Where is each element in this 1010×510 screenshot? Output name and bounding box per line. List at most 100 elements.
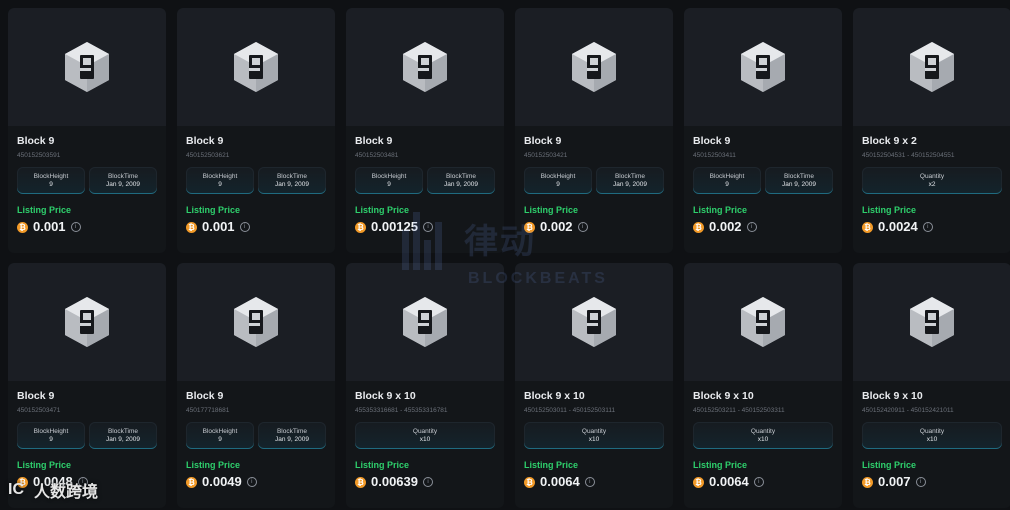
nft-thumbnail[interactable]: [853, 8, 1010, 126]
attribute-chip: BlockHeight 9: [524, 167, 592, 194]
bitcoin-icon: ₿: [355, 221, 366, 233]
nft-thumbnail[interactable]: [684, 263, 842, 381]
info-circle-icon[interactable]: i: [922, 222, 933, 232]
nft-card[interactable]: Block 9 450152503621 BlockHeight 9 BlockT…: [177, 8, 335, 253]
hexagon-cube-9-icon: [908, 295, 956, 349]
nft-inscription-id: 450177718681: [186, 407, 230, 414]
attribute-row: BlockHeight 9 BlockTime Jan 9, 2009: [17, 422, 157, 449]
info-circle-icon[interactable]: i: [753, 477, 764, 487]
attribute-row: Quantity x10: [355, 422, 495, 449]
nft-card[interactable]: Block 9 450177718681 BlockHeight 9 BlockT…: [177, 263, 335, 508]
attribute-key: BlockHeight: [709, 172, 745, 180]
nft-inscription-id: 450152503591: [17, 152, 61, 159]
nft-name: Block 9: [17, 390, 55, 402]
price-row: ₿ 0.002 i: [524, 219, 664, 235]
attribute-chip: Quantity x10: [862, 422, 1002, 449]
nft-card[interactable]: Block 9 450152503411 BlockHeight 9 BlockT…: [684, 8, 842, 253]
listing-price-label: Listing Price: [693, 460, 748, 470]
attribute-chip: Quantity x10: [524, 422, 664, 449]
nft-card[interactable]: Block 9 450152503591 BlockHeight 9 BlockT…: [8, 8, 166, 253]
corner-text: 人数跨境: [34, 484, 99, 501]
hexagon-cube-9-icon: [63, 40, 111, 94]
attribute-row: Quantity x2: [862, 167, 1002, 194]
attribute-chip: BlockHeight 9: [693, 167, 761, 194]
price-value: 0.00125: [371, 219, 418, 234]
info-circle-icon[interactable]: i: [746, 222, 757, 232]
nft-thumbnail[interactable]: [8, 263, 166, 381]
nft-inscription-id: 450152503011 - 450152503111: [524, 407, 616, 414]
nft-card[interactable]: Block 9 x 10 455353316681 - 455353316781…: [346, 263, 504, 508]
nft-card[interactable]: Block 9 x 10 450152503011 - 450152503111…: [515, 263, 673, 508]
info-circle-icon[interactable]: i: [70, 222, 81, 232]
listing-price-label: Listing Price: [862, 205, 917, 215]
info-circle-icon[interactable]: i: [423, 222, 433, 232]
attribute-value: Jan 9, 2009: [106, 180, 140, 188]
nft-thumbnail[interactable]: [346, 8, 504, 126]
nft-card[interactable]: Block 9 450152503421 BlockHeight 9 BlockT…: [515, 8, 673, 253]
nft-inscription-id: 450152504531 - 450152504551: [862, 152, 955, 159]
nft-name: Block 9 x 2: [862, 135, 917, 147]
info-circle-icon[interactable]: i: [584, 477, 595, 487]
nft-inscription-id: 450152503621: [186, 152, 230, 159]
listing-price-label: Listing Price: [862, 460, 917, 470]
attribute-key: BlockHeight: [33, 427, 69, 435]
nft-thumbnail[interactable]: [853, 263, 1010, 381]
nft-thumbnail[interactable]: [515, 8, 673, 126]
attribute-key: BlockHeight: [33, 172, 69, 180]
attribute-value: 9: [725, 180, 729, 188]
price-value: 0.001: [202, 219, 235, 234]
price-row: ₿ 0.007 i: [862, 474, 1002, 490]
attribute-row: Quantity x10: [524, 422, 664, 449]
price-value: 0.001: [33, 219, 66, 234]
attribute-chip: Quantity x10: [693, 422, 833, 449]
attribute-key: BlockTime: [107, 427, 139, 435]
price-row: ₿ 0.001 i: [17, 219, 157, 235]
nft-name: Block 9: [186, 135, 224, 147]
nft-thumbnail[interactable]: [177, 263, 335, 381]
nft-name: Block 9: [693, 135, 731, 147]
attribute-chip: BlockTime Jan 9, 2009: [765, 167, 833, 194]
nft-card[interactable]: Block 9 x 10 450152503211 - 450152503311…: [684, 263, 842, 508]
nft-inscription-id: 450152503471: [17, 407, 61, 414]
attribute-row: BlockHeight 9 BlockTime Jan 9, 2009: [186, 422, 326, 449]
hexagon-cube-9-icon: [739, 295, 787, 349]
nft-thumbnail[interactable]: [346, 263, 504, 381]
attribute-chip: BlockTime Jan 9, 2009: [427, 167, 495, 194]
bitcoin-icon: ₿: [524, 221, 535, 233]
attribute-key: BlockTime: [445, 172, 477, 180]
info-circle-icon[interactable]: i: [577, 222, 588, 232]
attribute-key: Quantity: [412, 427, 438, 435]
attribute-chip: BlockTime Jan 9, 2009: [89, 167, 157, 194]
info-circle-icon[interactable]: i: [246, 477, 257, 487]
price-row: ₿ 0.00125 i: [355, 219, 495, 235]
nft-thumbnail[interactable]: [177, 8, 335, 126]
nft-card[interactable]: Block 9 450152503481 BlockHeight 9 BlockT…: [346, 8, 504, 253]
hexagon-cube-9-icon: [908, 40, 956, 94]
attribute-key: BlockHeight: [371, 172, 407, 180]
nft-card[interactable]: Block 9 x 10 450152420911 - 450152421011…: [853, 263, 1010, 508]
price-value: 0.0024: [878, 219, 918, 234]
nft-card[interactable]: Block 9 450152503471 BlockHeight 9 BlockT…: [8, 263, 166, 508]
bitcoin-icon: ₿: [693, 476, 704, 488]
nft-card[interactable]: Block 9 x 2 450152504531 - 450152504551 …: [853, 8, 1010, 253]
nft-thumbnail[interactable]: [684, 8, 842, 126]
attribute-chip: BlockTime Jan 9, 2009: [596, 167, 664, 194]
price-value: 0.002: [540, 219, 573, 234]
nft-thumbnail[interactable]: [8, 8, 166, 126]
attribute-row: BlockHeight 9 BlockTime Jan 9, 2009: [186, 167, 326, 194]
nft-name: Block 9 x 10: [862, 390, 923, 402]
hexagon-cube-9-icon: [401, 40, 449, 94]
price-row: ₿ 0.0049 i: [186, 474, 326, 490]
attribute-key: BlockTime: [107, 172, 139, 180]
nft-inscription-id: 450152503211 - 450152503311: [693, 407, 785, 414]
info-circle-icon[interactable]: i: [423, 477, 433, 487]
attribute-key: BlockTime: [614, 172, 646, 180]
nft-inscription-id: 450152503481: [355, 152, 399, 159]
nft-thumbnail[interactable]: [515, 263, 673, 381]
attribute-value: Jan 9, 2009: [444, 180, 478, 188]
info-circle-icon[interactable]: i: [239, 222, 250, 232]
attribute-value: x10: [419, 435, 431, 443]
bitcoin-icon: ₿: [693, 221, 704, 233]
info-circle-icon[interactable]: i: [915, 477, 926, 487]
price-value: 0.007: [878, 474, 911, 489]
